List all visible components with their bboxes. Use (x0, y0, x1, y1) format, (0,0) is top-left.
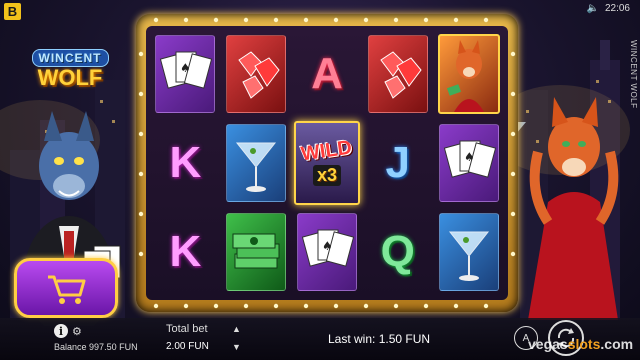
wild-symbol: WILD x3 (293, 120, 360, 205)
total-bet-value: 2.00 FUN (166, 341, 209, 352)
watermark-logo: vegasslots.com (528, 336, 633, 352)
gear-icon[interactable]: ⚙ (72, 325, 82, 338)
bet-decrease-icon[interactable]: ▼ (232, 342, 241, 352)
letter-q-symbol: Q (380, 226, 415, 276)
balance-value: 997.50 FUN (89, 342, 138, 352)
watermark-part1: vegas (528, 336, 568, 352)
logo-line2: WOLF (37, 65, 103, 90)
reel-cell (435, 32, 502, 117)
reel-cell: ♠ (152, 32, 219, 117)
reel-cell (364, 32, 431, 117)
money-icon (232, 233, 280, 269)
speaker-icon[interactable]: 🔈 (587, 3, 599, 14)
cards-icon: ♠ (443, 140, 496, 178)
game-logo: WINCENT WOLF (20, 45, 120, 95)
fox-lady-icon (446, 40, 484, 113)
svg-text:♠: ♠ (180, 61, 191, 75)
fox-lady-character (508, 97, 619, 320)
total-bet-label: Total bet (166, 323, 208, 335)
martini-icon (448, 231, 489, 281)
watermark-part2: slots (567, 336, 601, 352)
shopping-cart-icon (48, 275, 86, 304)
info-icon[interactable]: i (54, 324, 68, 338)
svg-text:♠: ♠ (322, 239, 333, 253)
watermark-part3: .com (600, 336, 634, 352)
rubies-symbol (367, 35, 428, 114)
cards-icon: ♠ (301, 229, 355, 267)
letter-a-symbol: A (311, 49, 343, 99)
letter-k-symbol: K (169, 226, 202, 276)
reel-cell: ♠ (435, 121, 502, 206)
cards-symbol: ♠ (438, 123, 499, 202)
wild-multiplier: x3 (312, 164, 341, 186)
martini-icon (236, 142, 277, 192)
reel-cell: K (152, 121, 219, 206)
reel-cell (223, 209, 290, 294)
rubies-icon (380, 51, 422, 100)
letter-j-symbol: J (385, 137, 411, 187)
balance-label: Balance (54, 342, 87, 352)
fox-lady-symbol (437, 34, 500, 115)
rubies-symbol (226, 35, 287, 114)
status-clock: 🔈 22:06 (587, 3, 630, 14)
martini-symbol (438, 212, 499, 291)
cards-icon: ♠ (160, 51, 213, 90)
rubies-icon (238, 51, 280, 100)
reel-cell: K (152, 209, 219, 294)
reel-cell (223, 32, 290, 117)
reel-cell: J (364, 121, 431, 206)
reel-cell: Q (364, 209, 431, 294)
reel-cell (223, 121, 290, 206)
cards-symbol: ♠ (155, 35, 216, 114)
reel-grid: ♠ A K WILD x3 J ♠ K ♠ Q (146, 26, 508, 300)
letter-k-symbol: K (169, 137, 202, 187)
wild-label: WILD (300, 136, 354, 166)
cards-symbol: ♠ (296, 212, 357, 291)
last-win-display: Last win: 1.50 FUN (328, 332, 431, 346)
money-symbol (226, 212, 287, 291)
martini-symbol (226, 123, 287, 202)
bet-increase-icon[interactable]: ▲ (232, 324, 241, 334)
reel-cell: ♠ (294, 209, 361, 294)
reel-cell: A (294, 32, 361, 117)
reel-cell: WILD x3 (293, 120, 361, 206)
shop-button[interactable] (14, 258, 118, 318)
clock-time: 22:06 (604, 3, 630, 14)
balance-display: Balance 997.50 FUN (54, 342, 138, 352)
brand-badge: B (4, 3, 21, 20)
svg-text:♠: ♠ (464, 150, 475, 164)
reel-cell (435, 209, 502, 294)
